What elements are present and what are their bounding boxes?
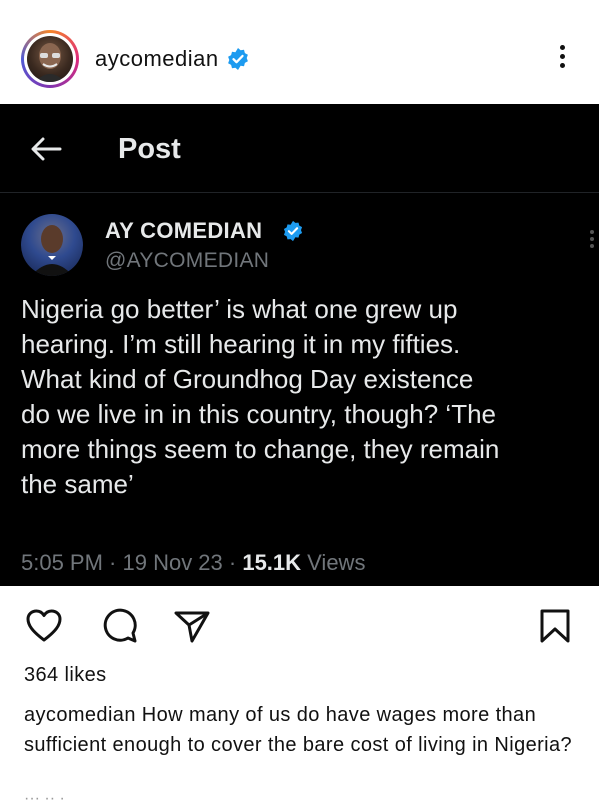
post-actions xyxy=(0,586,599,666)
tweet-topbar: Post xyxy=(0,104,599,193)
arrow-left-icon xyxy=(30,137,62,161)
comment-icon[interactable] xyxy=(100,606,140,646)
profile-avatar[interactable] xyxy=(21,30,79,88)
more-vertical-icon xyxy=(588,228,596,258)
view-comments-link-partial: ··· ·· · xyxy=(24,790,65,800)
author-avatar xyxy=(21,214,83,276)
more-vertical-icon[interactable] xyxy=(553,42,571,76)
post-caption: aycomedian How many of us do have wages … xyxy=(24,700,579,760)
verified-badge-icon xyxy=(282,220,304,242)
tweet-views-count: 15.1K xyxy=(242,550,302,575)
heart-icon[interactable] xyxy=(24,606,64,646)
tweet-text: Nigeria go better’ is what one grew up h… xyxy=(21,294,500,499)
verified-badge-icon xyxy=(226,47,250,71)
post-username[interactable]: aycomedian xyxy=(95,46,219,72)
caption-username[interactable]: aycomedian xyxy=(24,704,136,726)
send-icon[interactable] xyxy=(172,606,212,646)
tweet-topbar-title: Post xyxy=(118,133,181,165)
tweet-image: Post AY COMEDIAN @AYCOMEDIAN Nigeria go … xyxy=(0,104,599,586)
tweet-views-label: Views xyxy=(301,550,366,575)
tweet-timestamp: 5:05 PM · 19 Nov 23 · xyxy=(21,550,243,575)
bookmark-icon[interactable] xyxy=(535,606,575,646)
likes-count[interactable]: 364 likes xyxy=(24,664,107,687)
author-handle: @AYCOMEDIAN xyxy=(105,249,270,272)
author-name: AY COMEDIAN xyxy=(105,218,263,243)
tweet-meta: 5:05 PM · 19 Nov 23 · 15.1K Views xyxy=(21,550,365,576)
post-header: aycomedian xyxy=(0,0,599,104)
